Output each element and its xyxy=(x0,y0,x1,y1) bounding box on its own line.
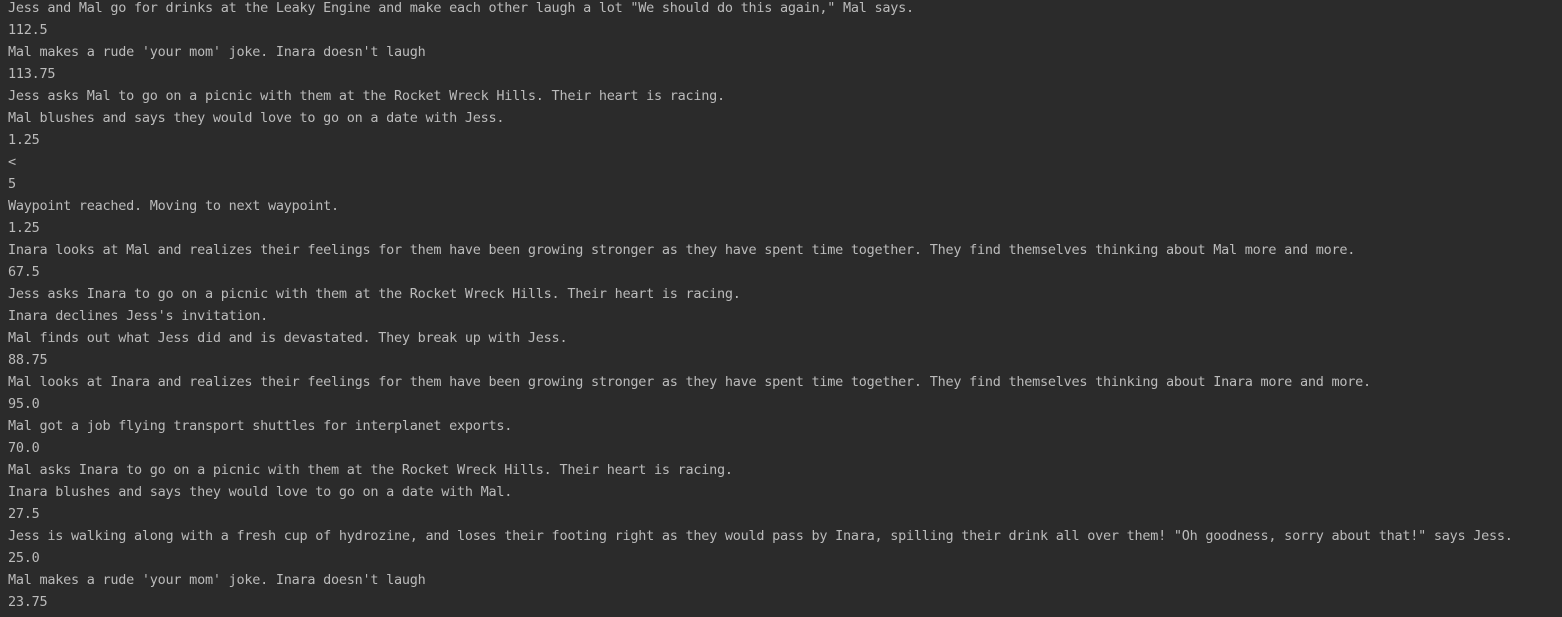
console-line: Inara looks at Mal and realizes their fe… xyxy=(8,242,1356,258)
console-line: Mal asks Inara to go on a picnic with th… xyxy=(8,462,733,478)
console-line: 1.25 xyxy=(8,132,40,148)
console-line: Inara declines Jess's invitation. xyxy=(8,308,268,324)
console-line: Mal got a job flying transport shuttles … xyxy=(8,418,513,434)
console-line: Jess and Mal go for drinks at the Leaky … xyxy=(8,0,914,16)
console-line: 1.25 xyxy=(8,220,40,236)
console-line: 113.75 xyxy=(8,66,56,82)
console-line: 112.5 xyxy=(8,22,48,38)
console-line: Jess asks Mal to go on a picnic with the… xyxy=(8,88,725,104)
console-line: 70.0 xyxy=(8,440,40,456)
console-line: 23.75 xyxy=(8,594,48,610)
console-line: Mal finds out what Jess did and is devas… xyxy=(8,330,568,346)
console-line: 67.5 xyxy=(8,264,40,280)
console-line: Inara blushes and says they would love t… xyxy=(8,484,513,500)
console-output[interactable]: Jess and Mal go for drinks at the Leaky … xyxy=(0,0,1562,617)
console-line: Mal blushes and says they would love to … xyxy=(8,110,505,126)
console-line: 88.75 xyxy=(8,352,48,368)
console-line: < xyxy=(8,154,16,170)
console-line: Jess is walking along with a fresh cup o… xyxy=(8,528,1513,544)
console-line: 25.0 xyxy=(8,550,40,566)
console-line: Mal makes a rude 'your mom' joke. Inara … xyxy=(8,44,426,60)
console-line: Waypoint reached. Moving to next waypoin… xyxy=(8,198,339,214)
console-line: Mal looks at Inara and realizes their fe… xyxy=(8,374,1371,390)
console-line: Jess asks Inara to go on a picnic with t… xyxy=(8,286,741,302)
console-lines: Jess and Mal go for drinks at the Leaky … xyxy=(8,0,1513,613)
console-line: Mal makes a rude 'your mom' joke. Inara … xyxy=(8,572,426,588)
console-line: 27.5 xyxy=(8,506,40,522)
console-line: 5 xyxy=(8,176,16,192)
console-line: 95.0 xyxy=(8,396,40,412)
